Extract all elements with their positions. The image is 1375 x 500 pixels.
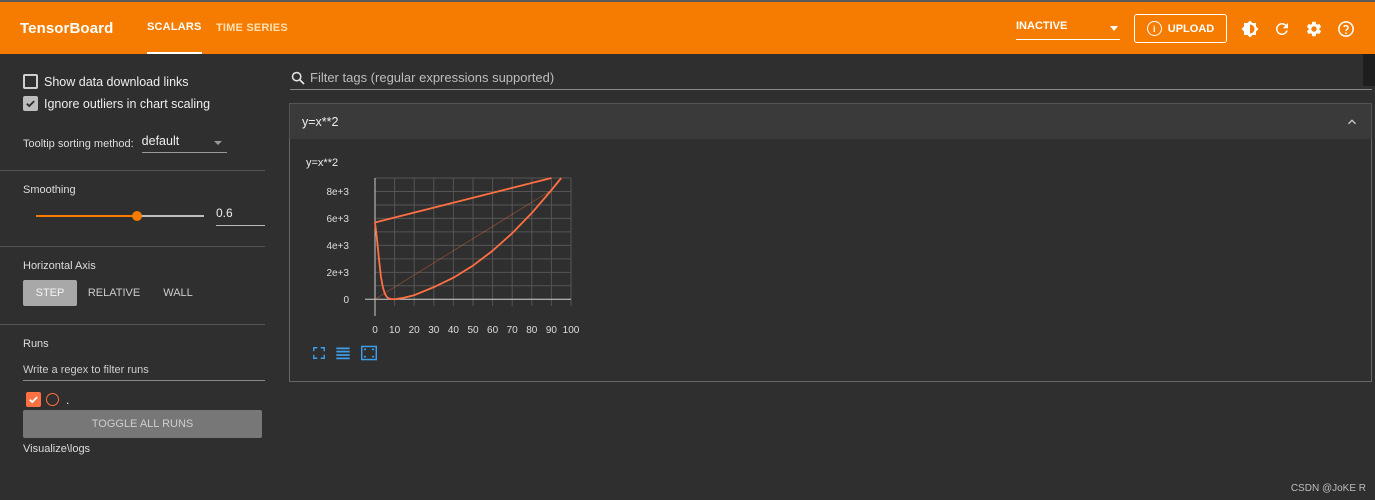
run-color-circle-icon[interactable] bbox=[46, 393, 59, 406]
upload-label: UPLOAD bbox=[1167, 22, 1215, 35]
tooltip-sorting-select[interactable]: default bbox=[141, 134, 227, 153]
y-tick-label: 6e+3 bbox=[326, 214, 349, 225]
checkbox-checked[interactable] bbox=[23, 96, 38, 111]
refresh-icon[interactable] bbox=[1272, 19, 1292, 39]
chevron-down-icon bbox=[1110, 26, 1118, 31]
chevron-down-icon bbox=[213, 141, 222, 145]
horizontal-axis-label: Horizontal Axis bbox=[23, 260, 96, 272]
x-tick-label: 40 bbox=[448, 325, 460, 336]
scalar-chart[interactable]: 0 10 20 30 40 50 60 70 80 90 100 0 2e+3 4e+3 6e+3 8e+3 bbox=[300, 170, 580, 342]
x-tick-label: 10 bbox=[389, 325, 401, 336]
top-app-bar: TensorBoard SCALARS TIME SERIES INACTIVE… bbox=[0, 0, 1375, 54]
tag-group-title: y=x**2 bbox=[302, 114, 339, 129]
brand-title: TensorBoard bbox=[20, 19, 114, 37]
axis-wall-button[interactable]: WALL bbox=[154, 280, 202, 306]
tag-filter-input[interactable]: Filter tags (regular expressions support… bbox=[290, 66, 1372, 90]
sidebar: Show data download links Ignore outliers… bbox=[0, 54, 265, 500]
y-tick-label: 0 bbox=[343, 295, 349, 306]
fit-domain-icon[interactable] bbox=[312, 346, 326, 360]
info-icon: i bbox=[1146, 21, 1162, 36]
tag-filter-placeholder: Filter tags (regular expressions support… bbox=[310, 70, 555, 85]
smoothing-label: Smoothing bbox=[23, 184, 76, 196]
runs-label: Runs bbox=[23, 338, 49, 350]
x-tick-label: 0 bbox=[372, 325, 378, 336]
tooltip-sorting-value: default bbox=[141, 134, 180, 148]
watermark: CSDN @JoKE R bbox=[1290, 483, 1366, 494]
divider bbox=[0, 324, 265, 325]
x-tick-label: 100 bbox=[563, 325, 580, 336]
chart-card-title: y=x**2 bbox=[306, 157, 339, 169]
series-line-1 bbox=[374, 177, 552, 224]
x-tick-label: 30 bbox=[428, 325, 440, 336]
y-tick-label: 2e+3 bbox=[326, 268, 349, 279]
runs-filter-input[interactable]: Write a regex to filter runs bbox=[23, 360, 265, 381]
x-tick-label: 90 bbox=[546, 325, 558, 336]
x-tick-label: 50 bbox=[467, 325, 479, 336]
upload-button[interactable]: i UPLOAD bbox=[1134, 14, 1227, 43]
toggle-log-scale-icon[interactable] bbox=[335, 346, 351, 360]
divider bbox=[0, 246, 265, 247]
run-checkbox[interactable] bbox=[26, 392, 41, 407]
chevron-up-icon bbox=[1348, 118, 1356, 124]
scrollbar-thumb[interactable] bbox=[1363, 54, 1375, 86]
x-tick-label: 60 bbox=[487, 325, 499, 336]
x-tick-label: 20 bbox=[409, 325, 421, 336]
tooltip-sorting-label: Tooltip sorting method: bbox=[23, 137, 134, 150]
toggle-all-runs-button[interactable]: TOGGLE ALL RUNS bbox=[23, 410, 262, 438]
check-icon bbox=[29, 396, 38, 404]
search-icon bbox=[291, 71, 305, 85]
show-download-links-checkbox[interactable]: Show data download links bbox=[23, 74, 189, 89]
checkbox-unchecked[interactable] bbox=[23, 74, 38, 89]
raw-series-line bbox=[374, 189, 552, 300]
axis-relative-button[interactable]: RELATIVE bbox=[84, 280, 144, 306]
runs-filter-placeholder: Write a regex to filter runs bbox=[23, 364, 149, 376]
x-tick-label: 80 bbox=[526, 325, 538, 336]
theme-toggle-icon[interactable] bbox=[1240, 19, 1260, 39]
run-row: . bbox=[26, 392, 69, 407]
ignore-outliers-label: Ignore outliers in chart scaling bbox=[44, 96, 211, 111]
x-tick-label: 70 bbox=[507, 325, 519, 336]
chart-toolbar bbox=[312, 345, 378, 361]
tooltip-sorting-row: Tooltip sorting method: default bbox=[23, 134, 227, 153]
axis-step-button[interactable]: STEP bbox=[23, 280, 77, 306]
divider bbox=[0, 170, 265, 171]
run-status-value: INACTIVE bbox=[1016, 20, 1068, 32]
smoothing-input[interactable]: 0.6 bbox=[216, 206, 265, 226]
tag-group-header[interactable]: y=x**2 bbox=[289, 103, 1372, 140]
run-status-select[interactable]: INACTIVE bbox=[1016, 20, 1120, 40]
tab-time-series[interactable]: TIME SERIES bbox=[216, 2, 288, 54]
show-download-links-label: Show data download links bbox=[44, 74, 189, 89]
ignore-outliers-checkbox[interactable]: Ignore outliers in chart scaling bbox=[23, 96, 210, 111]
expand-icon[interactable] bbox=[360, 345, 378, 361]
series-line-0 bbox=[374, 177, 562, 301]
smoothing-slider-fill bbox=[36, 215, 137, 217]
y-tick-label: 8e+3 bbox=[326, 187, 349, 198]
help-icon[interactable] bbox=[1336, 19, 1356, 39]
smoothing-slider[interactable] bbox=[36, 211, 204, 221]
settings-icon[interactable] bbox=[1304, 19, 1324, 39]
logdir-path: Visualize\logs bbox=[23, 443, 91, 455]
run-name: . bbox=[66, 392, 70, 407]
check-icon bbox=[26, 100, 35, 108]
y-tick-label: 4e+3 bbox=[326, 241, 349, 252]
tab-scalars[interactable]: SCALARS bbox=[147, 2, 202, 54]
smoothing-slider-thumb[interactable] bbox=[131, 211, 142, 221]
